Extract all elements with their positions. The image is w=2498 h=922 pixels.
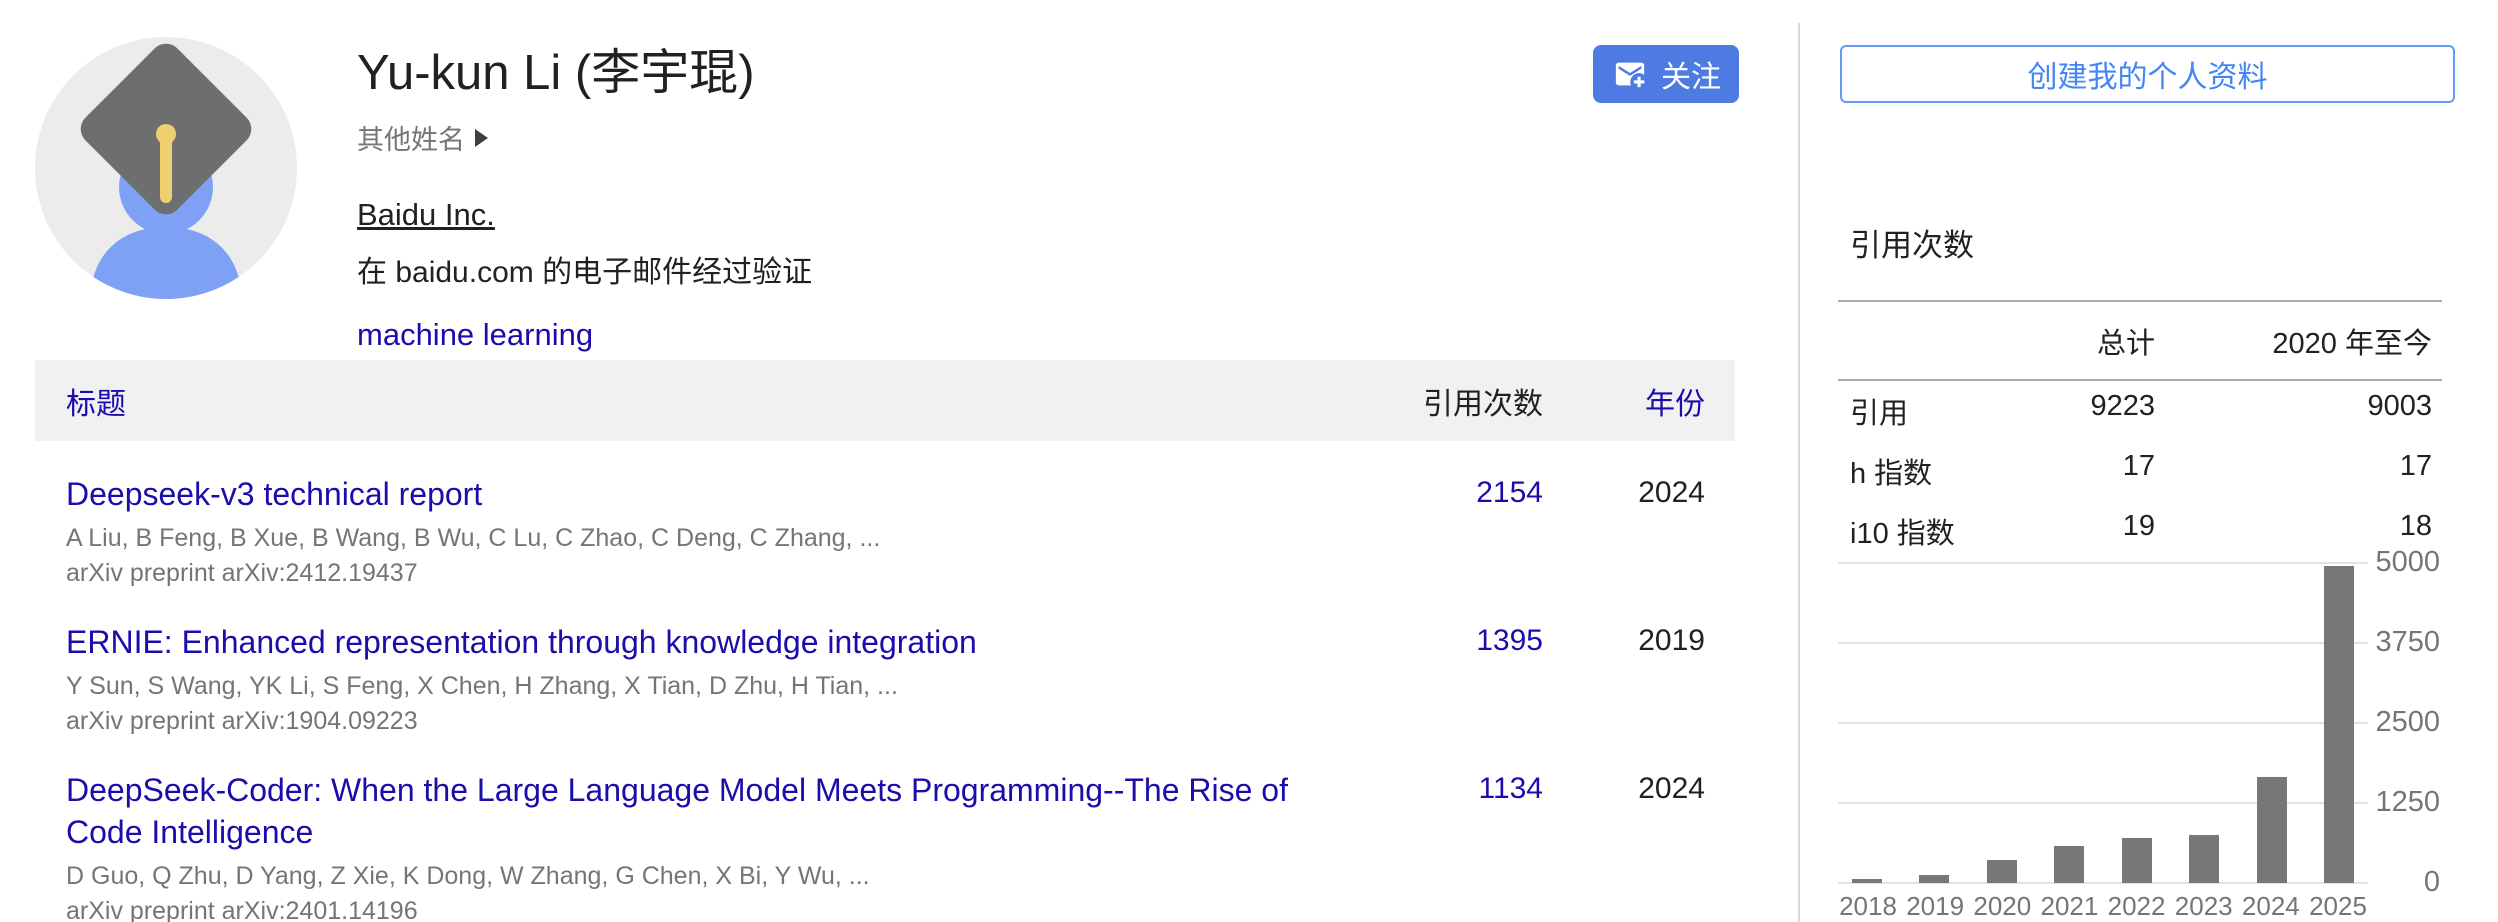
article-venue: arXiv preprint arXiv:2412.19437 bbox=[66, 558, 1335, 589]
chart-x-tick-label: 2020 bbox=[1972, 891, 2032, 922]
article-year: 2019 bbox=[1543, 621, 1705, 658]
vertical-divider bbox=[1798, 23, 1800, 922]
cited-by-header-row: 总计 2020 年至今 bbox=[1838, 300, 2442, 381]
chart-bar-2024[interactable] bbox=[2257, 777, 2287, 883]
cited-by-panel: 引用次数 总计 2020 年至今 引用 9223 9003 h 指数 17 17… bbox=[1838, 220, 2442, 561]
profile-info: Yu-kun Li (李宇琨) 其他姓名 Baidu Inc. 在 baidu.… bbox=[357, 44, 812, 353]
article-venue: arXiv preprint arXiv:2401.14196 bbox=[66, 896, 1335, 922]
chart-bar-2021[interactable] bbox=[2054, 846, 2084, 883]
article-year: 2024 bbox=[1543, 769, 1705, 806]
metric-label: 引用 bbox=[1850, 390, 2005, 432]
cited-by-column-header: 引用次数 bbox=[1383, 379, 1543, 423]
cited-by-col-since: 2020 年至今 bbox=[2155, 320, 2432, 362]
article-cited-by-link[interactable]: 1134 bbox=[1383, 769, 1543, 806]
verified-email-text: 在 baidu.com 的电子邮件经过验证 bbox=[357, 247, 812, 291]
chart-bar-2018[interactable] bbox=[1852, 879, 1882, 883]
profile-name: Yu-kun Li (李宇琨) bbox=[357, 44, 812, 102]
scholar-profile-page: Yu-kun Li (李宇琨) 其他姓名 Baidu Inc. 在 baidu.… bbox=[0, 0, 2498, 922]
metric-all-value: 19 bbox=[2005, 510, 2155, 552]
article-cited-by-link[interactable]: 2154 bbox=[1383, 473, 1543, 510]
create-profile-button[interactable]: 创建我的个人资料 bbox=[1840, 45, 2455, 103]
email-add-icon bbox=[1611, 57, 1649, 91]
chart-xlabels: 2018201920202021 2022202320242025 bbox=[1838, 891, 2368, 922]
article-title-link[interactable]: Deepseek-v3 technical report bbox=[66, 473, 1326, 515]
cited-by-col-all: 总计 bbox=[2005, 320, 2155, 362]
chart-y-tick-label: 3750 bbox=[2375, 626, 2440, 659]
article-row: ERNIE: Enhanced representation through k… bbox=[35, 589, 1735, 737]
affiliation-link[interactable]: Baidu Inc. bbox=[357, 197, 495, 233]
chart-x-tick-label: 2021 bbox=[2039, 891, 2099, 922]
article-cited-by-link[interactable]: 1395 bbox=[1383, 621, 1543, 658]
chart-x-tick-label: 2025 bbox=[2308, 891, 2368, 922]
publications-table: 标题 引用次数 年份 Deepseek-v3 technical report … bbox=[35, 360, 1735, 922]
follow-button-label: 关注 bbox=[1661, 52, 1721, 96]
chart-bar-2020[interactable] bbox=[1987, 860, 2017, 883]
follow-button[interactable]: 关注 bbox=[1593, 45, 1739, 103]
article-title-link[interactable]: DeepSeek-Coder: When the Large Language … bbox=[66, 769, 1326, 853]
interest-link[interactable]: machine learning bbox=[357, 317, 593, 353]
chart-y-tick-label: 0 bbox=[2424, 866, 2440, 899]
expand-arrow-icon bbox=[475, 129, 488, 147]
article-authors: Y Sun, S Wang, YK Li, S Feng, X Chen, H … bbox=[66, 671, 1335, 702]
metric-label: i10 指数 bbox=[1850, 510, 2005, 552]
metric-row-i10-index: i10 指数 19 18 bbox=[1838, 501, 2442, 561]
citations-chart-plot bbox=[1838, 563, 2368, 883]
chart-bar-2025[interactable] bbox=[2324, 566, 2354, 883]
other-names-label: 其他姓名 bbox=[357, 118, 465, 157]
article-title-link[interactable]: ERNIE: Enhanced representation through k… bbox=[66, 621, 1326, 663]
create-profile-label: 创建我的个人资料 bbox=[2028, 52, 2268, 96]
citations-chart: 2018201920202021 2022202320242025 0 1250 25… bbox=[1838, 563, 2442, 922]
cited-by-title: 引用次数 bbox=[1838, 220, 2442, 265]
metric-since-value: 17 bbox=[2155, 450, 2432, 492]
metric-all-value: 17 bbox=[2005, 450, 2155, 492]
chart-bars bbox=[1838, 563, 2368, 883]
chart-y-tick-label: 5000 bbox=[2375, 546, 2440, 579]
chart-x-tick-label: 2019 bbox=[1905, 891, 1965, 922]
sort-by-year-link[interactable]: 年份 bbox=[1543, 379, 1705, 423]
sort-by-title-link[interactable]: 标题 bbox=[66, 379, 1383, 423]
chart-ylabels: 01250250037505000 bbox=[2368, 563, 2442, 883]
metric-row-citations: 引用 9223 9003 bbox=[1838, 381, 2442, 441]
chart-x-tick-label: 2023 bbox=[2174, 891, 2234, 922]
article-authors: A Liu, B Feng, B Xue, B Wang, B Wu, C Lu… bbox=[66, 523, 1335, 554]
metric-all-value: 9223 bbox=[2005, 390, 2155, 432]
chart-x-tick-label: 2018 bbox=[1838, 891, 1898, 922]
other-names-toggle[interactable]: 其他姓名 bbox=[357, 118, 488, 157]
chart-y-tick-label: 1250 bbox=[2375, 786, 2440, 819]
article-year: 2024 bbox=[1543, 473, 1705, 510]
metric-row-h-index: h 指数 17 17 bbox=[1838, 441, 2442, 501]
default-scholar-avatar-icon bbox=[35, 37, 297, 299]
article-row: Deepseek-v3 technical report A Liu, B Fe… bbox=[35, 441, 1735, 589]
chart-bar-2019[interactable] bbox=[1919, 875, 1949, 883]
chart-x-tick-label: 2024 bbox=[2241, 891, 2301, 922]
article-venue: arXiv preprint arXiv:1904.09223 bbox=[66, 706, 1335, 737]
chart-bar-2022[interactable] bbox=[2122, 838, 2152, 883]
chart-y-tick-label: 2500 bbox=[2375, 706, 2440, 739]
metric-label: h 指数 bbox=[1850, 450, 2005, 492]
metric-since-value: 9003 bbox=[2155, 390, 2432, 432]
article-row: DeepSeek-Coder: When the Large Language … bbox=[35, 737, 1735, 922]
article-authors: D Guo, Q Zhu, D Yang, Z Xie, K Dong, W Z… bbox=[66, 861, 1335, 892]
chart-bar-2023[interactable] bbox=[2189, 835, 2219, 883]
chart-x-tick-label: 2022 bbox=[2107, 891, 2167, 922]
publications-header-row: 标题 引用次数 年份 bbox=[35, 360, 1735, 441]
profile-avatar bbox=[35, 37, 297, 299]
